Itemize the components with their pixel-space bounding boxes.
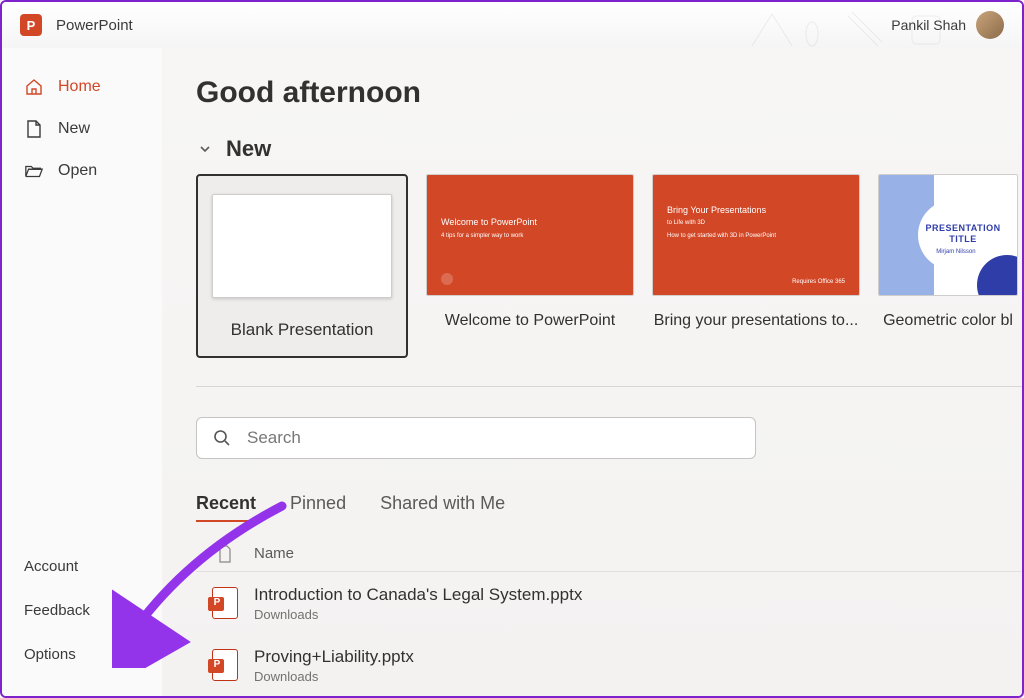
thumb-text: PRESENTATION TITLE <box>925 223 1000 245</box>
powerpoint-app-icon <box>20 14 42 36</box>
tab-recent[interactable]: Recent <box>196 493 256 522</box>
thumb-text: Mirjam Nilsson <box>936 249 975 255</box>
file-name: Proving+Liability.pptx <box>254 647 1022 667</box>
new-file-icon <box>24 119 44 139</box>
thumb-text: to Life with 3D <box>667 220 705 226</box>
template-welcome-to-powerpoint[interactable]: Welcome to PowerPoint 4 tips for a simpl… <box>426 174 634 358</box>
backstage-main: Good afternoon New Blank Presentation <box>162 48 1022 696</box>
sidebar-item-new[interactable]: New <box>2 108 162 150</box>
tab-pinned[interactable]: Pinned <box>290 493 346 522</box>
sidebar-item-options[interactable]: Options <box>2 632 162 676</box>
thumb-text: 4 tips for a simpler way to work <box>441 233 523 239</box>
sidebar-item-account[interactable]: Account <box>2 544 162 588</box>
file-location: Downloads <box>254 669 1022 684</box>
template-thumb: PRESENTATION TITLE Mirjam Nilsson <box>878 174 1018 296</box>
sidebar-item-label: Account <box>24 558 78 575</box>
thumb-text: How to get started with 3D in PowerPoint <box>667 233 776 239</box>
search-input[interactable] <box>245 427 739 449</box>
recent-tabs: Recent Pinned Shared with Me <box>196 493 1022 522</box>
sidebar-item-home[interactable]: Home <box>2 66 162 108</box>
user-name[interactable]: Pankil Shah <box>891 17 966 33</box>
file-location: Downloads <box>254 607 1022 622</box>
section-divider <box>196 386 1022 387</box>
user-avatar[interactable] <box>976 11 1004 39</box>
pptx-file-icon <box>212 587 238 619</box>
backstage-sidebar: Home New Open Ac <box>2 48 162 696</box>
template-label: Bring your presentations to... <box>654 312 859 330</box>
sidebar-item-label: New <box>58 120 90 138</box>
template-gallery: Blank Presentation Welcome to PowerPoint… <box>196 174 1022 376</box>
template-label: Blank Presentation <box>231 320 374 340</box>
file-generic-icon <box>218 545 232 563</box>
template-bring-presentations-3d[interactable]: Bring Your Presentations to Life with 3D… <box>652 174 860 358</box>
sidebar-item-open[interactable]: Open <box>2 150 162 192</box>
home-icon <box>24 77 44 97</box>
tab-shared-with-me[interactable]: Shared with Me <box>380 493 505 522</box>
template-thumb <box>212 194 392 298</box>
column-name[interactable]: Name <box>254 545 1022 562</box>
sidebar-item-label: Options <box>24 646 76 663</box>
pptx-file-icon <box>212 649 238 681</box>
search-box[interactable] <box>196 417 756 459</box>
file-name: Introduction to Canada's Legal System.pp… <box>254 585 1022 605</box>
search-icon <box>213 429 231 447</box>
template-blank-presentation[interactable]: Blank Presentation <box>196 174 408 358</box>
sidebar-item-label: Feedback <box>24 602 90 619</box>
collapse-new-section[interactable] <box>196 140 214 158</box>
thumb-text: Bring Your Presentations <box>667 205 766 215</box>
recent-file-row[interactable]: Introduction to Canada's Legal System.pp… <box>196 572 1022 634</box>
new-section-title: New <box>226 136 271 162</box>
sidebar-item-label: Open <box>58 162 97 180</box>
sidebar-item-feedback[interactable]: Feedback <box>2 588 162 632</box>
sidebar-item-label: Home <box>58 78 101 96</box>
title-bar: PowerPoint Pankil Shah <box>2 2 1022 48</box>
thumb-text: Welcome to PowerPoint <box>441 217 537 227</box>
template-label: Welcome to PowerPoint <box>445 312 615 330</box>
recent-file-row[interactable]: Proving+Liability.pptx Downloads 12/9/ <box>196 634 1022 696</box>
template-thumb: Bring Your Presentations to Life with 3D… <box>652 174 860 296</box>
template-label: Geometric color bl <box>883 312 1013 330</box>
greeting-heading: Good afternoon <box>196 76 1022 110</box>
template-geometric-color-block[interactable]: PRESENTATION TITLE Mirjam Nilsson Geomet… <box>878 174 1018 358</box>
folder-open-icon <box>24 161 44 181</box>
file-list-header: Name Date <box>196 536 1022 572</box>
thumb-text: Requires Office 365 <box>792 279 845 285</box>
template-thumb: Welcome to PowerPoint 4 tips for a simpl… <box>426 174 634 296</box>
app-title: PowerPoint <box>56 17 133 34</box>
